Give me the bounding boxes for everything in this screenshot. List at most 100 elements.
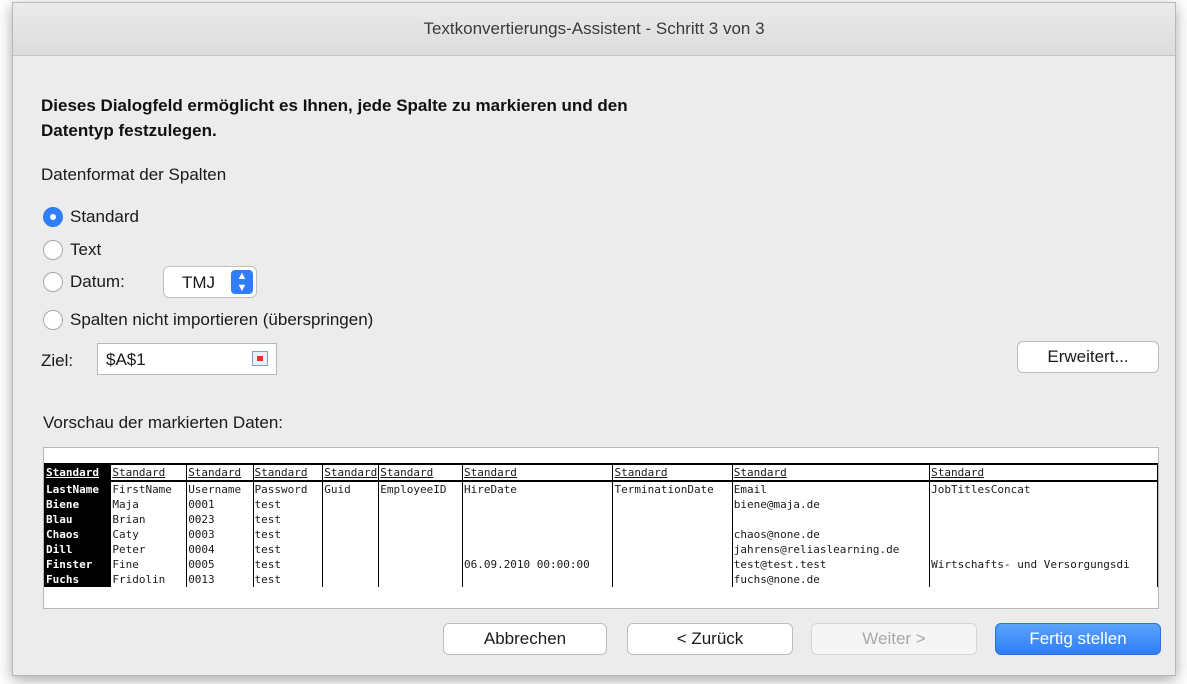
column-type-header[interactable]: Standard (731, 463, 931, 482)
column-type-header[interactable]: Standard (110, 463, 188, 482)
preview-cell[interactable] (731, 512, 931, 527)
preview-cell[interactable]: 0001 (186, 497, 254, 512)
column-type-header[interactable]: Standard (322, 463, 380, 482)
preview-cell[interactable] (378, 512, 463, 527)
preview-cell[interactable] (322, 497, 380, 512)
column-type-header[interactable]: Standard (186, 463, 254, 482)
preview-cell[interactable]: test (252, 497, 324, 512)
preview-cell[interactable]: Dill (44, 542, 112, 557)
radio-button-text[interactable] (43, 240, 63, 260)
preview-cell[interactable]: FirstName (110, 481, 188, 497)
preview-cell[interactable] (612, 527, 733, 542)
ziel-input[interactable]: $A$1 (97, 343, 277, 375)
preview-cell[interactable]: Peter (110, 542, 188, 557)
preview-row: Finster Fine 0005 test 06.09.2010 00:00:00 te… (44, 557, 1158, 572)
preview-cell[interactable]: test (252, 527, 324, 542)
radio-datum[interactable]: Datum: (43, 269, 125, 295)
preview-cell[interactable]: Caty (110, 527, 188, 542)
preview-cell[interactable]: Fine (110, 557, 188, 572)
preview-cell[interactable]: Chaos (44, 527, 112, 542)
preview-cell[interactable]: 0023 (186, 512, 254, 527)
preview-cell[interactable] (612, 542, 733, 557)
data-preview[interactable]: Standard Standard Standard Standard Stan… (43, 447, 1159, 609)
preview-cell[interactable]: Finster (44, 557, 112, 572)
preview-cell[interactable]: chaos@none.de (731, 527, 931, 542)
cancel-button[interactable]: Abbrechen (443, 623, 607, 655)
preview-cell[interactable]: Email (731, 481, 931, 497)
preview-cell[interactable] (461, 542, 614, 557)
preview-cell[interactable] (322, 527, 380, 542)
preview-cell[interactable]: Fuchs (44, 572, 112, 587)
preview-cell[interactable] (461, 527, 614, 542)
preview-cell[interactable] (378, 572, 463, 587)
finish-button[interactable]: Fertig stellen (995, 623, 1161, 655)
preview-cell[interactable] (322, 542, 380, 557)
preview-cell[interactable] (378, 497, 463, 512)
preview-cell[interactable] (322, 557, 380, 572)
preview-cell[interactable]: EmployeeID (378, 481, 463, 497)
column-type-header[interactable]: Standard (612, 463, 733, 482)
preview-cell[interactable]: 06.09.2010 00:00:00 (461, 557, 614, 572)
preview-cell[interactable] (929, 512, 1158, 527)
preview-cell[interactable]: 0013 (186, 572, 254, 587)
preview-cell[interactable] (378, 527, 463, 542)
preview-cell[interactable] (612, 497, 733, 512)
preview-cell[interactable]: HireDate (461, 481, 614, 497)
preview-cell[interactable] (612, 572, 733, 587)
preview-cell[interactable] (378, 542, 463, 557)
advanced-button[interactable]: Erweitert... (1017, 341, 1159, 373)
preview-cell[interactable] (929, 542, 1158, 557)
preview-cell[interactable] (461, 512, 614, 527)
preview-cell[interactable]: Guid (322, 481, 380, 497)
column-type-header[interactable]: Standard (44, 463, 112, 482)
preview-cell[interactable]: jahrens@reliaslearning.de (731, 542, 931, 557)
next-button[interactable]: Weiter > (811, 623, 977, 655)
preview-cell[interactable]: 0005 (186, 557, 254, 572)
preview-cell[interactable]: test (252, 512, 324, 527)
cell-reference-icon[interactable] (252, 351, 268, 366)
preview-cell[interactable] (612, 557, 733, 572)
preview-cell[interactable]: Brian (110, 512, 188, 527)
datum-format-select[interactable]: TMJ ▲ ▼ (163, 266, 257, 298)
radio-button-datum[interactable] (43, 272, 63, 292)
preview-cell[interactable]: test (252, 557, 324, 572)
column-type-header[interactable]: Standard (461, 463, 614, 482)
preview-cell[interactable] (322, 512, 380, 527)
title-bar[interactable]: Textkonvertierungs-Assistent - Schritt 3… (13, 3, 1175, 56)
radio-text[interactable]: Text (43, 237, 101, 263)
radio-standard[interactable]: Standard (43, 204, 139, 230)
preview-cell[interactable]: Wirtschafts- und Versorgungsdi (929, 557, 1158, 572)
preview-cell[interactable] (929, 527, 1158, 542)
back-button[interactable]: < Zurück (627, 623, 793, 655)
preview-cell[interactable]: test (252, 572, 324, 587)
preview-cell[interactable]: JobTitlesConcat (929, 481, 1158, 497)
preview-cell[interactable]: Username (186, 481, 254, 497)
preview-cell[interactable]: LastName (44, 481, 112, 497)
preview-cell[interactable]: test@test.test (731, 557, 931, 572)
preview-cell[interactable] (461, 572, 614, 587)
preview-label: Vorschau der markierten Daten: (43, 413, 284, 432)
radio-skip[interactable]: Spalten nicht importieren (überspringen) (43, 307, 373, 333)
radio-button-standard[interactable] (43, 207, 63, 227)
preview-cell[interactable] (612, 512, 733, 527)
column-type-header[interactable]: Standard (378, 463, 463, 482)
preview-cell[interactable]: Password (252, 481, 324, 497)
preview-cell[interactable]: Maja (110, 497, 188, 512)
preview-cell[interactable]: Fridolin (110, 572, 188, 587)
preview-cell[interactable] (929, 497, 1158, 512)
preview-cell[interactable]: test (252, 542, 324, 557)
column-type-header[interactable]: Standard (252, 463, 324, 482)
preview-cell[interactable] (322, 572, 380, 587)
preview-cell[interactable] (378, 557, 463, 572)
preview-cell[interactable]: Biene (44, 497, 112, 512)
column-type-header[interactable]: Standard (929, 463, 1158, 482)
preview-cell[interactable] (929, 572, 1158, 587)
preview-cell[interactable]: Blau (44, 512, 112, 527)
preview-cell[interactable]: TerminationDate (612, 481, 733, 497)
preview-cell[interactable]: 0004 (186, 542, 254, 557)
preview-cell[interactable]: fuchs@none.de (731, 572, 931, 587)
radio-button-skip[interactable] (43, 310, 63, 330)
preview-cell[interactable]: 0003 (186, 527, 254, 542)
preview-cell[interactable] (461, 497, 614, 512)
preview-cell[interactable]: biene@maja.de (731, 497, 931, 512)
